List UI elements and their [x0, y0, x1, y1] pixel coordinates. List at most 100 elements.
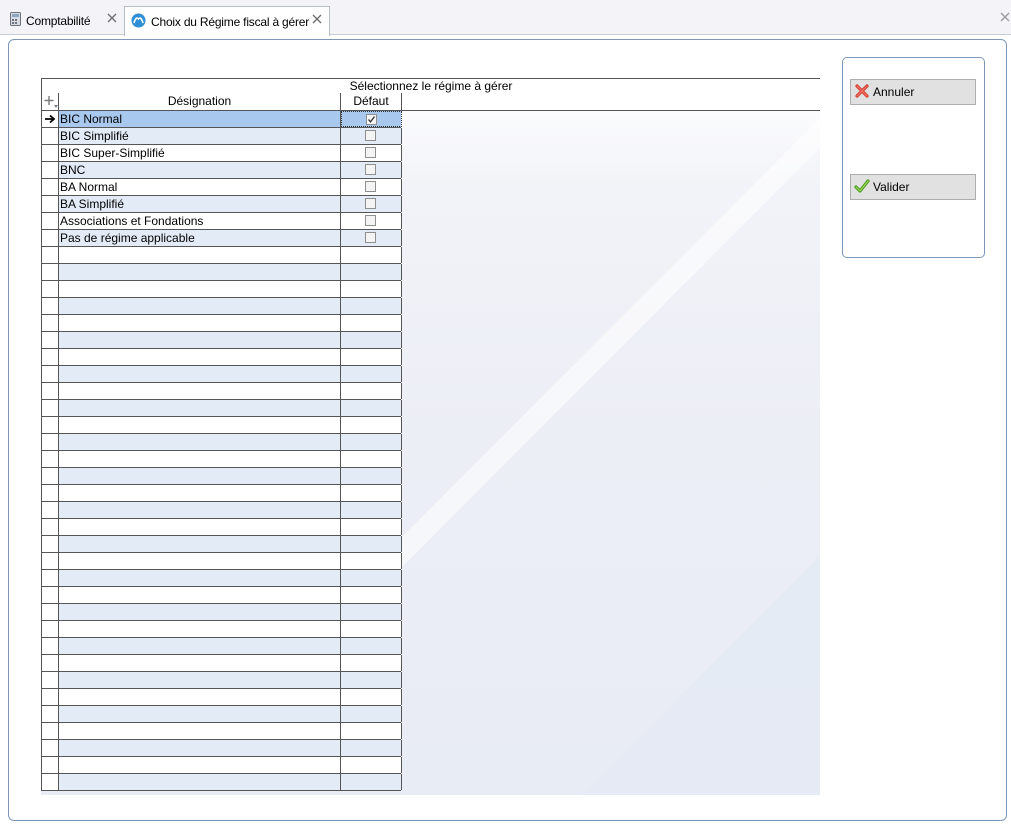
cell-designation[interactable]	[59, 451, 341, 467]
table-row[interactable]	[41, 655, 402, 672]
table-row[interactable]	[41, 247, 402, 264]
table-row[interactable]	[41, 519, 402, 536]
table-row[interactable]: BNC	[41, 162, 402, 179]
row-indicator[interactable]	[42, 145, 59, 161]
cell-defaut[interactable]	[341, 400, 402, 416]
table-row[interactable]	[41, 400, 402, 417]
cell-designation[interactable]: Associations et Fondations	[59, 213, 341, 229]
cell-defaut[interactable]	[341, 706, 402, 722]
table-row[interactable]	[41, 434, 402, 451]
row-indicator[interactable]	[42, 706, 59, 722]
column-header-defaut[interactable]: Défaut	[341, 93, 402, 110]
cell-designation[interactable]: Pas de régime applicable	[59, 230, 341, 246]
cell-defaut[interactable]	[341, 774, 402, 790]
cell-defaut[interactable]	[341, 366, 402, 382]
cell-designation[interactable]	[59, 638, 341, 654]
cell-designation[interactable]	[59, 485, 341, 501]
row-indicator[interactable]	[42, 519, 59, 535]
table-row[interactable]: BIC Super-Simplifié	[41, 145, 402, 162]
cell-designation[interactable]: BIC Normal	[59, 111, 341, 127]
row-indicator[interactable]	[42, 111, 59, 127]
default-checkbox[interactable]	[365, 215, 376, 226]
cell-designation[interactable]	[59, 774, 341, 790]
cell-designation[interactable]: BA Normal	[59, 179, 341, 195]
row-indicator[interactable]	[42, 332, 59, 348]
table-row[interactable]	[41, 604, 402, 621]
cell-defaut[interactable]	[341, 281, 402, 297]
row-indicator[interactable]	[42, 604, 59, 620]
table-row[interactable]: Associations et Fondations	[41, 213, 402, 230]
table-row[interactable]: Pas de régime applicable	[41, 230, 402, 247]
cell-designation[interactable]	[59, 315, 341, 331]
cell-defaut[interactable]	[341, 604, 402, 620]
row-indicator[interactable]	[42, 655, 59, 671]
cell-designation[interactable]	[59, 468, 341, 484]
validate-button[interactable]: Valider	[850, 174, 976, 200]
table-row[interactable]	[41, 536, 402, 553]
cell-defaut[interactable]	[341, 536, 402, 552]
table-row[interactable]	[41, 468, 402, 485]
add-row-icon[interactable]	[42, 93, 59, 110]
row-indicator[interactable]	[42, 315, 59, 331]
row-indicator[interactable]	[42, 723, 59, 739]
row-indicator[interactable]	[42, 451, 59, 467]
table-row[interactable]	[41, 315, 402, 332]
table-row[interactable]: BA Normal	[41, 179, 402, 196]
row-indicator[interactable]	[42, 502, 59, 518]
default-checkbox[interactable]	[366, 114, 377, 125]
tab-choix-regime[interactable]: Choix du Régime fiscal à gérer	[124, 6, 330, 36]
table-row[interactable]	[41, 740, 402, 757]
table-row[interactable]: BIC Simplifié	[41, 128, 402, 145]
table-row[interactable]	[41, 774, 402, 791]
cell-defaut[interactable]	[341, 162, 402, 178]
row-indicator[interactable]	[42, 434, 59, 450]
table-row[interactable]	[41, 689, 402, 706]
close-icon[interactable]	[106, 12, 118, 24]
table-row[interactable]	[41, 281, 402, 298]
row-indicator[interactable]	[42, 196, 59, 212]
cell-designation[interactable]	[59, 247, 341, 263]
table-row[interactable]	[41, 383, 402, 400]
default-checkbox[interactable]	[365, 198, 376, 209]
cell-defaut[interactable]	[341, 230, 402, 246]
regime-grid[interactable]: Sélectionnez le régime à gérer Désignati…	[41, 78, 820, 795]
table-row[interactable]	[41, 502, 402, 519]
cell-defaut[interactable]	[341, 655, 402, 671]
cell-designation[interactable]	[59, 757, 341, 773]
row-indicator[interactable]	[42, 366, 59, 382]
table-row[interactable]	[41, 587, 402, 604]
row-indicator[interactable]	[42, 536, 59, 552]
table-row[interactable]	[41, 553, 402, 570]
cell-defaut[interactable]	[341, 196, 402, 212]
cell-defaut[interactable]	[341, 519, 402, 535]
row-indicator[interactable]	[42, 247, 59, 263]
table-row[interactable]	[41, 264, 402, 281]
row-indicator[interactable]	[42, 468, 59, 484]
table-row[interactable]	[41, 332, 402, 349]
cell-designation[interactable]	[59, 400, 341, 416]
cell-defaut[interactable]	[341, 145, 402, 161]
cell-defaut[interactable]	[341, 740, 402, 756]
row-indicator[interactable]	[42, 689, 59, 705]
cell-defaut[interactable]	[341, 264, 402, 280]
table-row[interactable]: BIC Normal	[41, 111, 402, 128]
cell-defaut[interactable]	[341, 128, 402, 144]
cell-designation[interactable]: BIC Simplifié	[59, 128, 341, 144]
table-row[interactable]	[41, 672, 402, 689]
row-indicator[interactable]	[42, 281, 59, 297]
cell-defaut[interactable]	[341, 468, 402, 484]
table-row[interactable]	[41, 638, 402, 655]
cell-defaut[interactable]	[341, 672, 402, 688]
cell-defaut[interactable]	[341, 111, 402, 127]
row-indicator[interactable]	[42, 400, 59, 416]
table-row[interactable]	[41, 723, 402, 740]
cell-designation[interactable]	[59, 349, 341, 365]
table-row[interactable]	[41, 757, 402, 774]
row-indicator[interactable]	[42, 417, 59, 433]
cell-designation[interactable]	[59, 264, 341, 280]
row-indicator[interactable]	[42, 672, 59, 688]
cell-designation[interactable]	[59, 383, 341, 399]
row-indicator[interactable]	[42, 638, 59, 654]
close-icon[interactable]	[311, 13, 323, 25]
cell-defaut[interactable]	[341, 553, 402, 569]
